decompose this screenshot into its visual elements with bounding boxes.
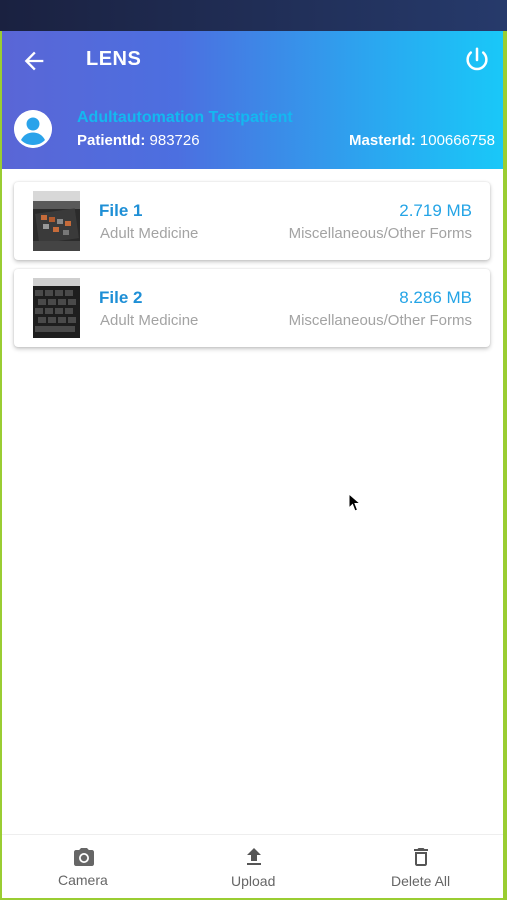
- file-category: Miscellaneous/Other Forms: [288, 312, 472, 329]
- file-card[interactable]: File 2 8.286 MB Adult Medicine Miscellan…: [14, 269, 490, 347]
- patient-id: PatientId: 983726: [77, 132, 200, 149]
- logout-button[interactable]: [462, 45, 492, 75]
- file-name: File 1: [99, 201, 143, 220]
- file-thumbnail: [33, 278, 80, 338]
- mouse-pointer-icon: [348, 493, 362, 512]
- camera-label: Camera: [58, 872, 108, 888]
- power-icon: [466, 47, 488, 71]
- patient-id-value: 983726: [149, 132, 200, 149]
- patient-name: Adultautomation Testpatient: [77, 109, 293, 126]
- app-header: LENS Adultautomation Testpatient Patient…: [2, 31, 503, 169]
- file-department: Adult Medicine: [100, 225, 199, 242]
- status-bar-strip: [0, 0, 507, 31]
- file-card[interactable]: File 1 2.719 MB Adult Medicine Miscellan…: [14, 182, 490, 260]
- file-department: Adult Medicine: [100, 312, 199, 329]
- delete-all-button[interactable]: Delete All: [382, 835, 466, 898]
- app-screen: LENS Adultautomation Testpatient Patient…: [2, 31, 503, 898]
- app-title: LENS: [86, 48, 142, 70]
- master-id: MasterId: 100666758: [349, 132, 495, 149]
- delete-all-label: Delete All: [391, 873, 451, 889]
- arrow-left-icon: [24, 51, 44, 71]
- file-size: 8.286 MB: [399, 288, 472, 307]
- patient-id-label: PatientId:: [77, 132, 146, 149]
- bottom-action-bar: Camera Upload Delete All: [2, 834, 503, 898]
- upload-label: Upload: [231, 873, 276, 889]
- trash-icon: [414, 848, 428, 866]
- account-circle-icon: [14, 110, 52, 148]
- file-size: 2.719 MB: [399, 201, 472, 220]
- file-category: Miscellaneous/Other Forms: [288, 225, 472, 242]
- file-name: File 2: [99, 288, 143, 307]
- back-button[interactable]: [20, 47, 48, 75]
- master-id-label: MasterId:: [349, 132, 416, 149]
- camera-button[interactable]: Camera: [42, 835, 126, 898]
- master-id-value: 100666758: [419, 132, 495, 149]
- upload-button[interactable]: Upload: [212, 835, 296, 898]
- camera-icon: [74, 848, 94, 866]
- file-thumbnail: [33, 191, 80, 251]
- upload-icon: [247, 848, 261, 865]
